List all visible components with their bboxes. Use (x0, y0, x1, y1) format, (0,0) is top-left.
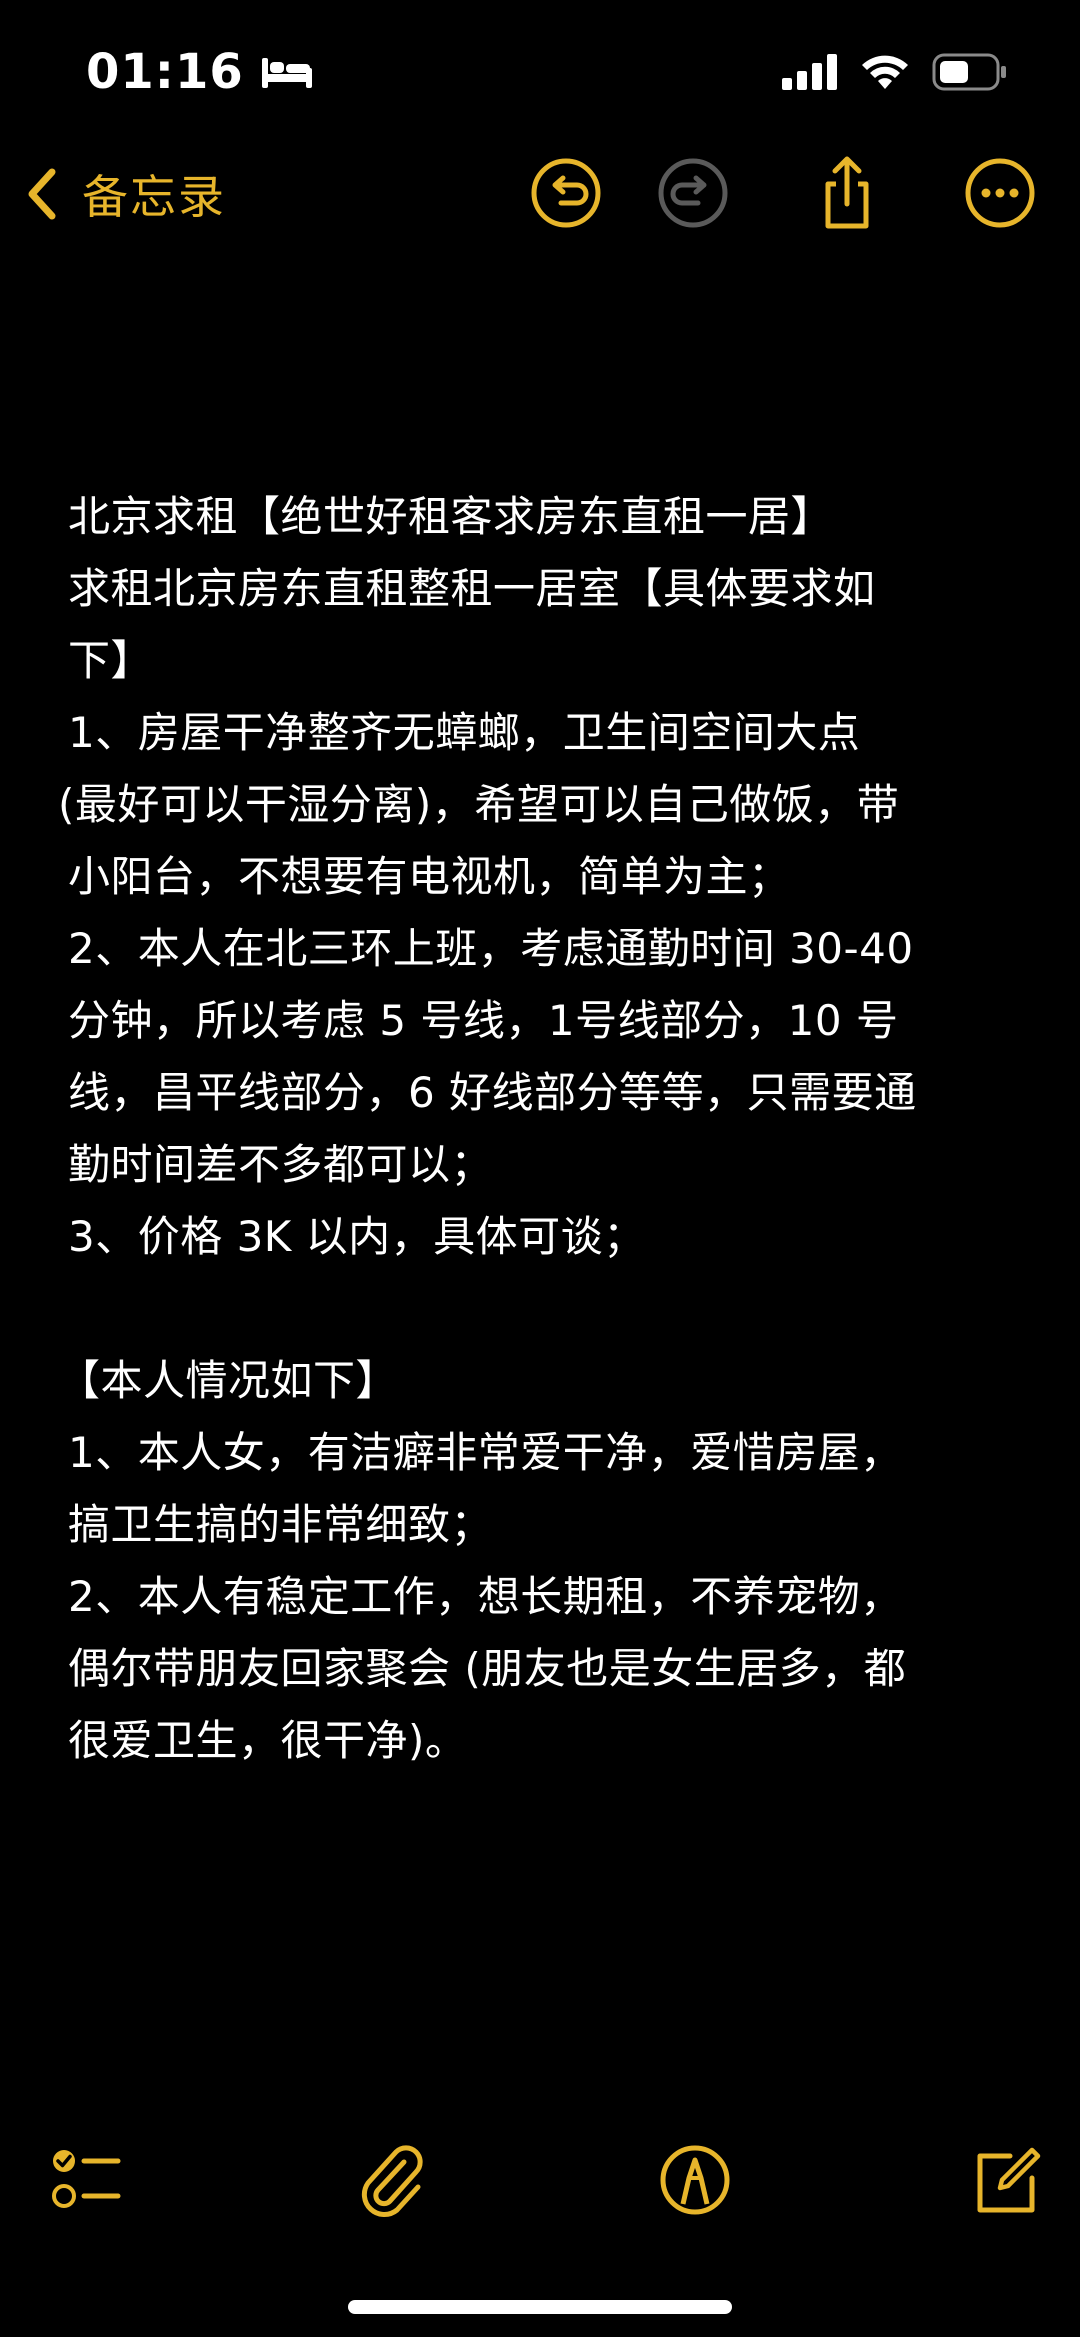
note-line: (最好可以干湿分离)，希望可以自己做饭，带 (58, 780, 900, 829)
more-button[interactable] (961, 154, 1039, 232)
markup-button[interactable] (655, 2140, 735, 2220)
note-line: 分钟，所以考虑 5 号线，1号线部分，10 号 (68, 996, 899, 1045)
undo-button[interactable] (527, 154, 605, 232)
paperclip-icon (361, 2145, 423, 2217)
note-editor[interactable]: 北京求租【绝世好租客求房东直租一居】 求租北京房东直租整租一居室【具体要求如 下… (58, 481, 1028, 1777)
bed-icon (261, 58, 312, 88)
redo-icon (658, 158, 728, 228)
note-line: 求租北京房东直租整租一居室【具体要求如 (68, 564, 876, 613)
note-line: 勤时间差不多都可以； (68, 1140, 494, 1189)
note-line: 偶尔带朋友回家聚会 (朋友也是女生居多，都 (68, 1644, 907, 1693)
note-line: 下】 (68, 636, 154, 685)
note-line: 1、房屋干净整齐无蟑螂，卫生间空间大点 (68, 708, 861, 757)
back-label: 备忘录 (82, 170, 226, 224)
battery-icon (932, 53, 1006, 91)
home-indicator[interactable] (348, 2300, 732, 2314)
compose-icon (977, 2147, 1041, 2213)
attachment-button[interactable] (352, 2140, 432, 2220)
wifi-icon (862, 55, 908, 89)
note-line: 线，昌平线部分，6 好线部分等等，只需要通 (68, 1068, 917, 1117)
note-line: 小阳台，不想要有电视机，简单为主； (68, 852, 791, 901)
compose-button[interactable] (966, 2140, 1046, 2220)
more-icon (965, 158, 1035, 228)
chevron-left-icon (28, 168, 56, 220)
status-time: 01:16 (86, 38, 314, 106)
status-bar: 01:16 (0, 0, 1080, 140)
share-icon (825, 156, 869, 229)
share-button[interactable] (808, 154, 886, 232)
note-line: 搞卫生搞的非常细致； (68, 1500, 494, 1549)
note-line: 【本人情况如下】 (58, 1356, 399, 1405)
cellular-signal-icon (782, 54, 837, 90)
note-line: 2、本人在北三环上班，考虑通勤时间 30-40 (68, 924, 914, 973)
note-line: 很爱卫生，很干净)。 (68, 1716, 468, 1765)
checklist-icon (52, 2150, 121, 2208)
back-button[interactable]: 备忘录 (22, 156, 226, 232)
clock-text: 01:16 (86, 44, 244, 100)
markup-pen-icon (660, 2145, 730, 2215)
note-line: 北京求租【绝世好租客求房东直租一居】 (68, 492, 834, 541)
note-line: 3、价格 3K 以内，具体可谈； (68, 1212, 646, 1261)
navigation-bar: 备忘录 (0, 148, 1080, 238)
undo-icon (531, 158, 601, 228)
note-line (68, 1273, 1028, 1345)
note-line: 1、本人女，有洁癖非常爱干净，爱惜房屋， (68, 1428, 903, 1477)
status-icons (782, 50, 1008, 94)
redo-button[interactable] (654, 154, 732, 232)
note-line: 2、本人有稳定工作，想长期租，不养宠物， (68, 1572, 903, 1621)
checklist-button[interactable] (46, 2140, 126, 2220)
